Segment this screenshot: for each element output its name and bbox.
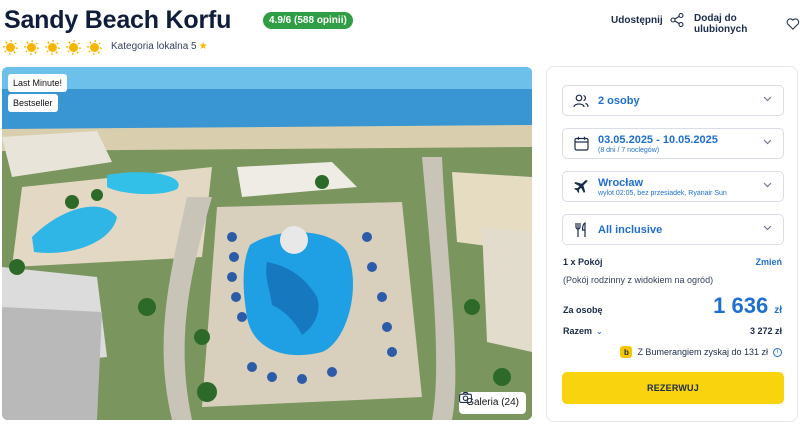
heart-icon [786, 18, 800, 30]
room-title: 1 x Pokój [563, 257, 603, 267]
share-icon [670, 13, 684, 27]
departure-value: Wrocław [598, 176, 644, 189]
resort-aerial-image [2, 67, 532, 420]
guests-select[interactable]: 2 osoby [562, 85, 784, 116]
info-icon[interactable]: i [773, 347, 782, 357]
chevron-down-icon [763, 182, 772, 188]
sun-icon [45, 40, 60, 55]
per-person-label: Za osobę [563, 305, 603, 315]
dates-select[interactable]: 03.05.2025 - 10.05.2025 (8 dni / 7 nocle… [562, 128, 784, 159]
price-per-person: 1 636 zł [713, 293, 782, 319]
dates-subtext: (8 dni / 7 noclegów) [598, 146, 660, 154]
guests-value: 2 osoby [598, 94, 640, 107]
favorite-button[interactable]: Dodaj do ulubionych [694, 13, 800, 35]
category-suns [3, 40, 102, 55]
sun-icon [24, 40, 39, 55]
bumerang-logo-icon: b [620, 346, 633, 358]
share-label: Udostępnij [611, 14, 663, 26]
price-currency: zł [774, 305, 782, 316]
plane-icon [573, 179, 589, 195]
departure-subtext: wylot 02:05, bez przesiadek, Ryanair Sun [598, 189, 727, 197]
total-value: 3 272 zł [749, 326, 782, 336]
category-label: Kategoria lokalna 5 [111, 41, 197, 52]
chevron-down-icon: ⌄ [596, 327, 603, 336]
sun-icon [66, 40, 81, 55]
gallery-button[interactable]: Galeria (24) [459, 392, 526, 414]
sun-icon [87, 40, 102, 55]
price-value: 1 636 [713, 293, 769, 318]
change-room-link[interactable]: Zmień [755, 257, 782, 267]
rating-badge[interactable]: 4.9/6 (588 opinii) [263, 12, 353, 29]
star-icon: ★ [198, 41, 208, 52]
favorite-label: Dodaj do ulubionych [694, 13, 748, 35]
people-icon [573, 93, 589, 109]
board-value: All inclusive [598, 223, 663, 236]
calendar-icon [573, 136, 589, 152]
bonus-text: Z Bumerangiem zyskaj do 131 zł [637, 347, 768, 357]
dates-value: 03.05.2025 - 10.05.2025 [598, 133, 718, 146]
room-description: (Pokój rodzinny z widokiem na ogród) [563, 275, 714, 285]
last-minute-badge: Last Minute! [8, 74, 68, 92]
board-select[interactable]: All inclusive [562, 214, 784, 245]
chevron-down-icon [763, 225, 772, 231]
chevron-down-icon [763, 96, 772, 102]
local-category: Kategoria lokalna 5 ★ [111, 41, 208, 52]
hotel-photo[interactable]: Last Minute! Bestseller Galeria (24) [2, 67, 532, 420]
sun-icon [3, 40, 18, 55]
bestseller-badge: Bestseller [8, 94, 58, 112]
reserve-button[interactable]: REZERWUJ [562, 372, 784, 404]
total-label: Razem [563, 326, 593, 336]
share-button[interactable]: Udostępnij [611, 13, 684, 27]
bumerang-bonus: b Z Bumerangiem zyskaj do 131 zł i [620, 346, 782, 358]
hotel-title: Sandy Beach Korfu [4, 6, 232, 34]
total-toggle[interactable]: Razem ⌄ [563, 326, 603, 336]
camera-icon [459, 392, 473, 403]
booking-panel: 2 osoby 03.05.2025 - 10.05.2025 (8 dni /… [546, 66, 798, 422]
chevron-down-icon [763, 139, 772, 145]
departure-select[interactable]: Wrocław wylot 02:05, bez przesiadek, Rya… [562, 171, 784, 202]
cutlery-icon [573, 221, 589, 238]
gallery-label: Galeria (24) [466, 397, 519, 408]
